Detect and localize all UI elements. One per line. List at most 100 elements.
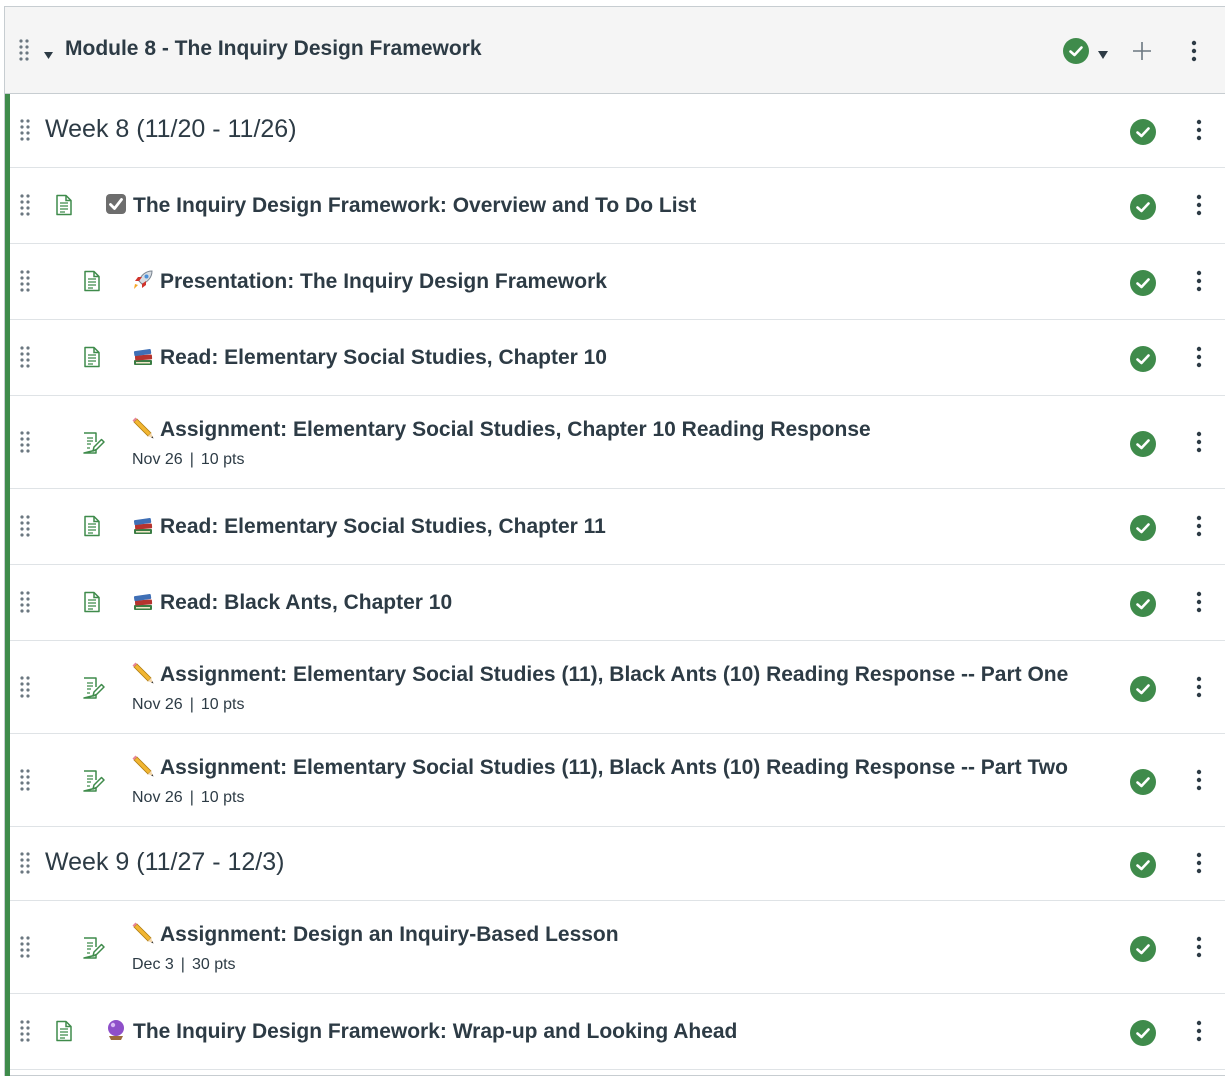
module-header[interactable]: Module 8 - The Inquiry Design Framework — [5, 7, 1225, 94]
published-check-icon[interactable] — [1130, 1020, 1156, 1051]
item-title-link[interactable]: Read: Elementary Social Studies, Chapter… — [132, 345, 607, 370]
kebab-menu-icon[interactable] — [1196, 270, 1202, 292]
item-title-link[interactable]: Read: Elementary Social Studies, Chapter… — [132, 514, 606, 539]
published-check-icon[interactable] — [1130, 936, 1156, 967]
due-date: Dec 3 — [132, 956, 174, 973]
published-check-icon[interactable] — [1130, 852, 1156, 883]
document-icon — [81, 515, 103, 537]
page-row[interactable]: The Inquiry Design Framework: Overview a… — [10, 168, 1225, 244]
item-title-text: Assignment: Elementary Social Studies, C… — [160, 418, 871, 441]
published-check-icon[interactable] — [1130, 270, 1156, 301]
item-title-link[interactable]: Assignment: Elementary Social Studies (1… — [132, 662, 1068, 687]
document-icon — [53, 1020, 75, 1042]
pencil-emoji-icon — [132, 922, 154, 944]
published-check-icon[interactable] — [1130, 769, 1156, 800]
document-icon — [81, 591, 103, 613]
drag-handle-icon[interactable] — [20, 119, 30, 141]
kebab-menu-icon[interactable] — [1196, 769, 1202, 791]
document-icon — [81, 270, 103, 292]
page-row[interactable]: The Inquiry Design Framework: Wrap-up an… — [10, 994, 1225, 1070]
assignment-row[interactable]: Assignment: Elementary Social Studies (1… — [10, 641, 1225, 734]
details-separator: | — [189, 789, 194, 806]
kebab-menu-icon[interactable] — [1196, 194, 1202, 216]
assignment-row[interactable]: Assignment: Elementary Social Studies (1… — [10, 734, 1225, 827]
published-check-icon[interactable] — [1130, 431, 1156, 462]
points-possible: 10 pts — [200, 696, 245, 713]
assignment-icon — [81, 431, 105, 454]
drag-handle-icon[interactable] — [20, 431, 30, 453]
published-check-icon[interactable] — [1130, 591, 1156, 622]
drag-handle-icon[interactable] — [20, 936, 30, 958]
drag-handle-icon[interactable] — [20, 769, 30, 791]
kebab-menu-icon[interactable] — [1196, 1020, 1202, 1042]
item-title-text: Read: Black Ants, Chapter 10 — [160, 591, 453, 614]
module-container: Module 8 - The Inquiry Design Framework … — [4, 6, 1225, 1076]
item-title-text: The Inquiry Design Framework: Wrap-up an… — [133, 1020, 738, 1043]
published-check-icon[interactable] — [1130, 346, 1156, 377]
drag-handle-icon[interactable] — [20, 270, 30, 292]
module-title: Module 8 - The Inquiry Design Framework — [65, 37, 482, 60]
page-row[interactable]: Read: Elementary Social Studies, Chapter… — [10, 320, 1225, 396]
due-date: Nov 26 — [132, 451, 183, 468]
publish-dropdown-icon[interactable] — [1098, 46, 1108, 64]
kebab-menu-icon[interactable] — [1196, 346, 1202, 368]
drag-handle-icon[interactable] — [20, 515, 30, 537]
details-separator: | — [189, 451, 194, 468]
drag-handle-icon[interactable] — [19, 39, 29, 61]
assignment-row[interactable]: Assignment: Design an Inquiry-Based Less… — [10, 901, 1225, 994]
page-row[interactable]: Presentation: The Inquiry Design Framewo… — [10, 244, 1225, 320]
module-subheader[interactable]: Week 9 (11/27 - 12/3) — [10, 827, 1225, 901]
drag-handle-icon[interactable] — [20, 1020, 30, 1042]
crystal-ball-emoji-icon — [108, 1020, 124, 1040]
due-date: Nov 26 — [132, 696, 183, 713]
module-subheader[interactable]: Week 8 (11/20 - 11/26) — [10, 94, 1225, 168]
caret-down-icon[interactable] — [44, 46, 53, 59]
item-title-text: The Inquiry Design Framework: Overview a… — [133, 194, 697, 217]
drag-handle-icon[interactable] — [20, 852, 30, 874]
item-title-link[interactable]: Assignment: Elementary Social Studies (1… — [132, 755, 1068, 780]
item-title-text: Read: Elementary Social Studies, Chapter… — [160, 515, 606, 538]
item-title-text: Assignment: Design an Inquiry-Based Less… — [160, 923, 619, 946]
plus-icon[interactable] — [1132, 41, 1152, 66]
item-title-text: Assignment: Elementary Social Studies (1… — [160, 663, 1069, 686]
checkbox-emoji-icon — [106, 194, 126, 214]
published-check-icon[interactable] — [1130, 676, 1156, 707]
assignment-icon — [81, 676, 105, 699]
pencil-emoji-icon — [132, 662, 154, 684]
details-separator: | — [180, 956, 185, 973]
kebab-menu-icon[interactable] — [1196, 515, 1202, 537]
kebab-menu-icon[interactable] — [1196, 676, 1202, 698]
kebab-menu-icon[interactable] — [1191, 40, 1197, 62]
item-title-link[interactable]: Assignment: Design an Inquiry-Based Less… — [132, 922, 619, 947]
assignment-row[interactable]: Assignment: Elementary Social Studies, C… — [10, 396, 1225, 489]
item-details: Dec 3 | 30 pts — [132, 956, 236, 974]
published-check-icon[interactable] — [1063, 38, 1089, 69]
points-possible: 30 pts — [191, 956, 236, 973]
item-title-link[interactable]: Presentation: The Inquiry Design Framewo… — [132, 269, 607, 294]
published-check-icon[interactable] — [1130, 194, 1156, 225]
published-check-icon[interactable] — [1130, 119, 1156, 150]
item-title-link[interactable]: The Inquiry Design Framework: Overview a… — [105, 193, 696, 218]
drag-handle-icon[interactable] — [20, 676, 30, 698]
item-title-link[interactable]: The Inquiry Design Framework: Wrap-up an… — [105, 1019, 737, 1044]
page-row[interactable]: Read: Elementary Social Studies, Chapter… — [10, 489, 1225, 565]
kebab-menu-icon[interactable] — [1196, 852, 1202, 874]
drag-handle-icon[interactable] — [20, 346, 30, 368]
drag-handle-icon[interactable] — [20, 591, 30, 613]
item-title-link[interactable]: Assignment: Elementary Social Studies, C… — [132, 417, 871, 442]
kebab-menu-icon[interactable] — [1196, 119, 1202, 141]
kebab-menu-icon[interactable] — [1196, 936, 1202, 958]
item-title-text: Presentation: The Inquiry Design Framewo… — [160, 270, 607, 293]
item-title-link[interactable]: Read: Black Ants, Chapter 10 — [132, 590, 452, 615]
item-details: Nov 26 | 10 pts — [132, 789, 244, 807]
kebab-menu-icon[interactable] — [1196, 431, 1202, 453]
points-possible: 10 pts — [200, 789, 245, 806]
page-row[interactable]: Read: Black Ants, Chapter 10 — [10, 565, 1225, 641]
kebab-menu-icon[interactable] — [1196, 591, 1202, 613]
published-check-icon[interactable] — [1130, 515, 1156, 546]
document-icon — [81, 346, 103, 368]
document-icon — [53, 194, 75, 216]
item-details: Nov 26 | 10 pts — [132, 451, 244, 469]
pencil-emoji-icon — [132, 417, 154, 439]
drag-handle-icon[interactable] — [20, 194, 30, 216]
